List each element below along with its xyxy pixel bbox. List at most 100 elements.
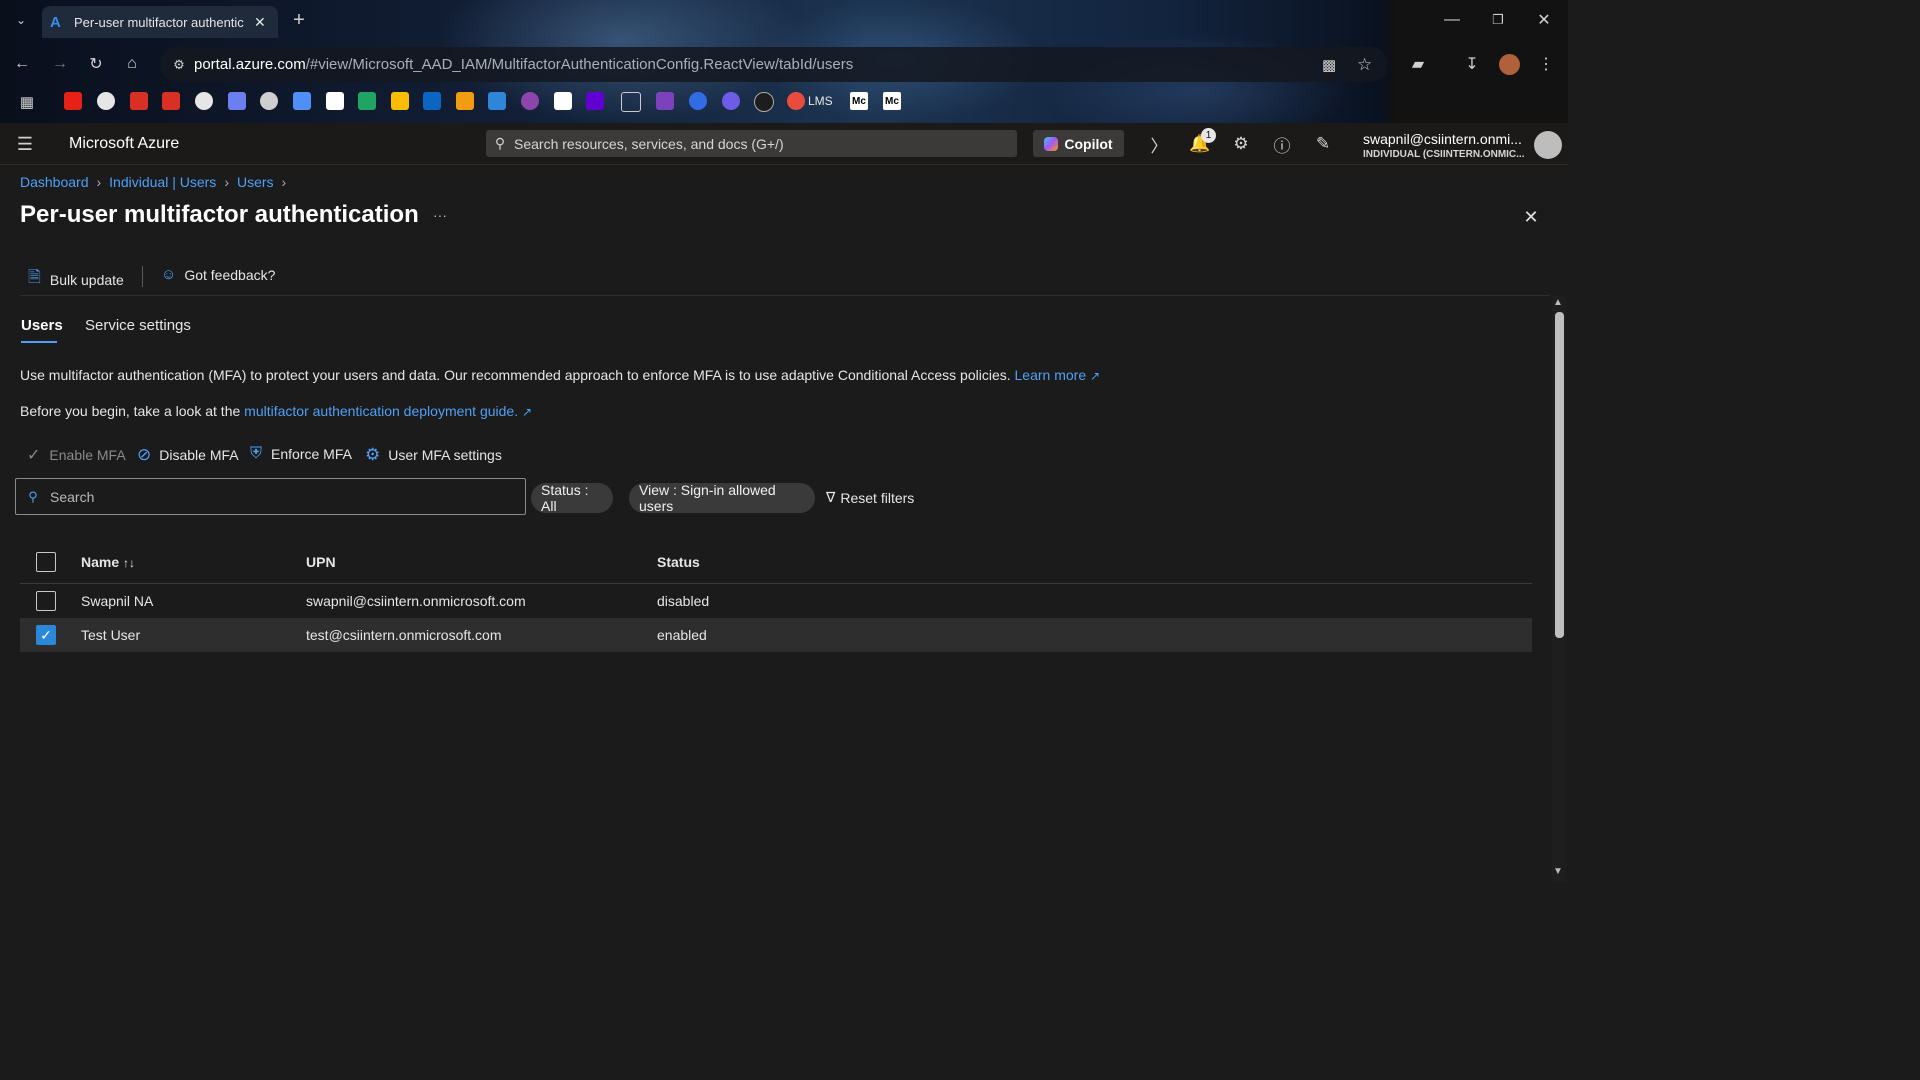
forward-icon[interactable]: → — [50, 54, 70, 74]
bulk-update-button[interactable]: 🗎 Bulk update — [28, 266, 124, 293]
bookmark-icon[interactable] — [787, 92, 805, 110]
status-filter-chip[interactable]: Status : All — [531, 482, 613, 514]
enable-mfa-button[interactable]: ✓ Enable MFA — [27, 445, 126, 465]
deployment-guide-link[interactable]: multifactor authentication deployment gu… — [244, 403, 518, 419]
toolbar-separator — [20, 295, 1550, 296]
account-email[interactable]: swapnil@csiintern.onmi... — [1363, 131, 1522, 147]
github-bookmark-icon[interactable] — [97, 92, 115, 110]
bookmark-icon[interactable] — [554, 92, 572, 110]
lms-bookmark[interactable]: LMS — [808, 94, 833, 108]
enforce-mfa-button[interactable]: ⛨ Enforce MFA — [250, 445, 352, 463]
back-icon[interactable]: ← — [12, 54, 32, 74]
feedback-button[interactable]: ☺ Got feedback? — [161, 266, 275, 283]
address-bar[interactable]: ⚙ portal.azure.com/#view/Microsoft_AAD_I… — [160, 47, 1388, 82]
breadcrumb-chevron-icon: › — [224, 174, 229, 190]
more-options-icon[interactable]: ··· — [433, 207, 447, 223]
tab-service-settings[interactable]: Service settings — [85, 317, 191, 334]
tab-users[interactable]: Users — [21, 317, 63, 334]
block-icon: ⊘ — [137, 445, 152, 464]
disable-mfa-button[interactable]: ⊘ Disable MFA — [137, 445, 239, 465]
reload-icon[interactable]: ↻ — [86, 54, 106, 74]
brand-title[interactable]: Microsoft Azure — [69, 135, 179, 153]
bookmark-icon[interactable] — [754, 92, 774, 112]
site-info-icon[interactable]: ⚙ — [164, 57, 194, 73]
medium-bookmark-icon[interactable]: Mc — [850, 92, 868, 110]
downloads-icon[interactable]: ↧ — [1462, 54, 1482, 74]
learn-more-link[interactable]: Learn more — [1015, 367, 1087, 383]
checkmark-icon: ✓ — [27, 447, 41, 464]
profile-avatar[interactable] — [1499, 54, 1520, 75]
account-avatar[interactable] — [1534, 131, 1562, 159]
folder-bookmark-icon[interactable] — [621, 92, 641, 112]
feedback-icon[interactable]: ✎ — [1312, 133, 1334, 155]
table-row[interactable]: ✓ Test User test@csiintern.onmicrosoft.c… — [20, 618, 1532, 652]
breadcrumb-users[interactable]: Users — [237, 174, 274, 190]
kubernetes-bookmark-icon[interactable] — [689, 92, 707, 110]
user-mfa-settings-button[interactable]: ⚙ User MFA settings — [365, 445, 502, 465]
reset-filters-label: Reset filters — [840, 489, 915, 506]
feedback-label: Got feedback? — [184, 266, 276, 283]
cloud-shell-icon[interactable]: 〉 — [1148, 133, 1170, 156]
restore-icon[interactable]: ❐ — [1488, 10, 1508, 30]
breadcrumb-individual-users[interactable]: Individual | Users — [109, 174, 216, 190]
bookmark-icon[interactable] — [521, 92, 539, 110]
youtube-bookmark-icon[interactable] — [64, 92, 82, 110]
bookmark-icon[interactable] — [456, 92, 474, 110]
sort-icon[interactable]: ↑↓ — [123, 556, 135, 570]
gmail-bookmark-icon[interactable] — [326, 92, 344, 110]
column-header-name[interactable]: Name ↑↓ — [81, 554, 135, 570]
azure-bookmark-icon[interactable] — [488, 92, 506, 110]
new-tab-icon[interactable]: + — [290, 9, 308, 31]
view-filter-chip[interactable]: View : Sign-in allowed users — [629, 482, 815, 514]
bookmark-icon[interactable] — [228, 92, 246, 110]
external-link-icon: ↗ — [522, 405, 533, 419]
copilot-button[interactable]: Copilot — [1033, 130, 1124, 157]
browser-tab[interactable]: A Per-user multifactor authenticat ✕ — [42, 6, 278, 38]
row-checkbox[interactable] — [36, 591, 56, 611]
minimize-icon[interactable]: — — [1442, 10, 1462, 30]
external-link-icon: ↗ — [1090, 369, 1101, 383]
hamburger-menu-icon[interactable]: ☰ — [14, 133, 36, 155]
bookmark-star-icon[interactable]: ☆ — [1357, 55, 1372, 75]
bookmark-icon[interactable] — [656, 92, 674, 110]
linkedin-bookmark-icon[interactable] — [423, 92, 441, 110]
tab-search-chevron-icon[interactable]: ⌄ — [12, 10, 30, 30]
openai-bookmark-icon[interactable] — [195, 92, 213, 110]
close-blade-icon[interactable]: ✕ — [1520, 206, 1542, 228]
table-row[interactable]: Swapnil NA swapnil@csiintern.onmicrosoft… — [20, 584, 1532, 618]
breadcrumb-chevron-icon: › — [281, 174, 287, 190]
copilot-icon — [1044, 136, 1059, 151]
gmail-bookmark-icon[interactable] — [162, 92, 180, 110]
home-icon[interactable]: ⌂ — [122, 54, 142, 74]
select-all-checkbox[interactable] — [36, 552, 56, 572]
help-icon[interactable]: ⓘ — [1271, 133, 1293, 156]
bookmark-icon[interactable] — [722, 92, 740, 110]
bookmark-icon[interactable] — [260, 92, 278, 110]
column-header-upn: UPN — [306, 554, 336, 570]
mfa-info-line: Use multifactor authentication (MFA) to … — [20, 367, 1011, 383]
account-tenant[interactable]: INDIVIDUAL (CSIINTERN.ONMIC... — [1363, 149, 1524, 160]
scroll-down-arrow-icon[interactable]: ▼ — [1553, 866, 1563, 877]
breadcrumb: Dashboard › Individual | Users › Users › — [20, 174, 294, 190]
reset-filters-button[interactable]: ∇ Reset filters — [826, 489, 914, 506]
drive-bookmark-icon[interactable] — [358, 92, 376, 110]
window-close-icon[interactable]: ✕ — [1534, 10, 1554, 30]
install-app-icon[interactable]: ▩ — [1322, 56, 1336, 74]
breadcrumb-dashboard[interactable]: Dashboard — [20, 174, 89, 190]
extensions-icon[interactable]: ▰ — [1408, 54, 1428, 74]
user-search-input[interactable]: ⚲ Search — [15, 478, 526, 515]
gmail-bookmark-icon[interactable] — [130, 92, 148, 110]
settings-gear-icon[interactable]: ⚙ — [1230, 133, 1252, 155]
scrollbar-thumb[interactable] — [1555, 312, 1564, 638]
gemini-bookmark-icon[interactable] — [293, 92, 311, 110]
medium-bookmark-icon[interactable]: Mc — [883, 92, 901, 110]
row-checkbox-checked[interactable]: ✓ — [36, 625, 56, 645]
page-title: Per-user multifactor authentication — [20, 201, 419, 228]
scroll-up-arrow-icon[interactable]: ▲ — [1553, 297, 1563, 308]
global-search-input[interactable]: ⚲ Search resources, services, and docs (… — [486, 130, 1017, 157]
keep-bookmark-icon[interactable] — [391, 92, 409, 110]
apps-grid-icon[interactable]: ▦ — [17, 92, 37, 112]
tab-close-icon[interactable]: ✕ — [254, 14, 266, 31]
browser-menu-icon[interactable]: ⋮ — [1536, 54, 1556, 74]
yahoo-bookmark-icon[interactable] — [586, 92, 604, 110]
